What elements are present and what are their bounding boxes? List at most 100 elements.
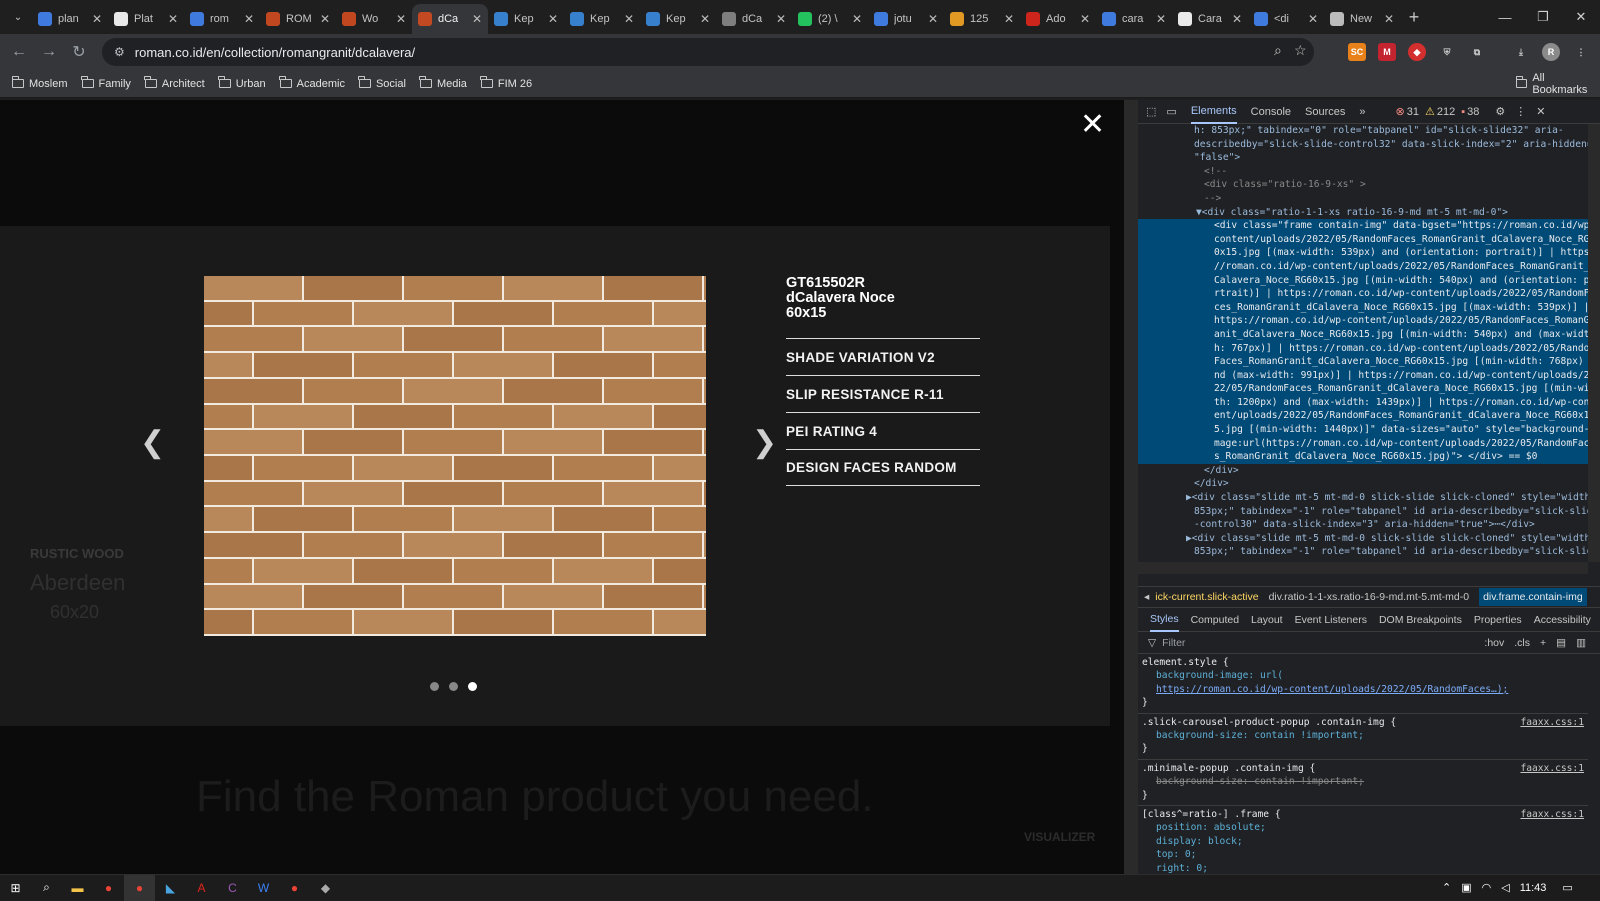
add-rule-icon[interactable]: +: [1540, 637, 1546, 649]
profile-avatar[interactable]: R: [1542, 43, 1560, 61]
tray-display-icon[interactable]: ▣: [1461, 881, 1471, 894]
close-tab-icon[interactable]: ✕: [1384, 12, 1394, 26]
bookmark-folder[interactable]: Urban: [218, 76, 266, 90]
dom-node-line[interactable]: anit_dCalavera_Noce_RG60x15.jpg [(min-wi…: [1138, 327, 1588, 342]
zoom-icon[interactable]: ⌕: [1274, 42, 1282, 59]
computed-styles-icon[interactable]: ▤: [1556, 637, 1566, 649]
close-popup-button[interactable]: ✕: [1080, 110, 1105, 140]
close-tab-icon[interactable]: ✕: [1308, 12, 1318, 26]
page-scrollbar[interactable]: [1124, 100, 1138, 874]
breadcrumb-item[interactable]: ick-current.slick-active: [1155, 591, 1258, 603]
app2-icon[interactable]: ◆: [310, 875, 341, 901]
dom-node-line[interactable]: 22/05/RandomFaces_RomanGranit_dCalavera_…: [1138, 382, 1588, 396]
dom-node-line[interactable]: nd (max-width: 991px)] | https://roman.c…: [1138, 368, 1588, 383]
clock[interactable]: 11:43: [1520, 882, 1547, 894]
bookmark-folder[interactable]: Moslem: [11, 76, 68, 90]
dom-node-line[interactable]: ▶<div class="slide mt-5 mt-md-0 slick-sl…: [1138, 532, 1588, 546]
dom-node-line[interactable]: mage:url(https://roman.co.id/wp-content/…: [1138, 436, 1588, 451]
tab-search-icon[interactable]: ⌄: [4, 5, 32, 29]
dom-node-line[interactable]: ▼<div class="ratio-1-1-xs ratio-16-9-md …: [1138, 206, 1588, 220]
menu-kebab-icon[interactable]: ⋮: [1572, 43, 1590, 61]
app-icon[interactable]: ◣: [155, 875, 186, 901]
dom-node-line[interactable]: s_RomanGranit_dCalavera_Noce_RG60x15.jpg…: [1138, 450, 1588, 464]
bookmark-folder[interactable]: Family: [81, 76, 131, 90]
browser-tab[interactable]: dCa ✕: [716, 4, 792, 34]
css-property[interactable]: top: 0;: [1142, 848, 1584, 861]
close-tab-icon[interactable]: ✕: [1232, 12, 1242, 26]
hov-toggle[interactable]: :hov: [1484, 637, 1504, 649]
breadcrumb-item[interactable]: div.ratio-1-1-xs.ratio-16-9-md.mt-5.mt-m…: [1269, 591, 1470, 603]
breadcrumb-item[interactable]: div.frame.contain-img: [1479, 588, 1587, 606]
styles-subtab[interactable]: Styles: [1150, 608, 1179, 632]
browser-tab[interactable]: plan ✕: [32, 4, 108, 34]
wifi-icon[interactable]: ◠: [1482, 881, 1492, 894]
css-rule[interactable]: [class^=ratio-] .frame {faaxx.css:1 posit…: [1138, 806, 1588, 874]
css-rule[interactable]: .slick-carousel-product-popup .contain-i…: [1138, 714, 1588, 760]
css-source-link[interactable]: faaxx.css:1: [1520, 808, 1584, 821]
css-source-link[interactable]: faaxx.css:1: [1520, 762, 1584, 775]
dom-node-line[interactable]: <div class="frame contain-img" data-bgse…: [1138, 219, 1588, 233]
settings-gear-icon[interactable]: ⚙: [1495, 105, 1505, 118]
css-property[interactable]: display: block;: [1142, 835, 1584, 848]
dom-node-line[interactable]: describedby="slick-slide-control32" data…: [1138, 138, 1588, 152]
notifications-icon[interactable]: ▭: [1562, 881, 1572, 894]
more-tabs-icon[interactable]: »: [1359, 106, 1365, 118]
tab-elements[interactable]: Elements: [1190, 100, 1237, 124]
close-tab-icon[interactable]: ✕: [776, 12, 786, 26]
close-tab-icon[interactable]: ✕: [700, 12, 710, 26]
sidebar-toggle-icon[interactable]: ▥: [1576, 637, 1586, 649]
next-arrow-icon[interactable]: ❯: [752, 425, 777, 460]
browser-tab[interactable]: Wo ✕: [336, 4, 412, 34]
styles-subtab[interactable]: Layout: [1251, 614, 1283, 626]
search-icon[interactable]: ⌕: [31, 875, 62, 901]
privacy-extension-icon[interactable]: ⛨: [1438, 43, 1456, 61]
dom-node-line[interactable]: https://roman.co.id/wp-content/uploads/2…: [1138, 314, 1588, 328]
new-tab-button[interactable]: +: [1400, 7, 1428, 28]
dom-node-line[interactable]: 0x15.jpg [(max-width: 539px) and (orient…: [1138, 246, 1588, 260]
browser-tab[interactable]: Plat ✕: [108, 4, 184, 34]
error-icon[interactable]: ⊗: [1396, 105, 1405, 118]
browser-tab[interactable]: <di ✕: [1248, 4, 1324, 34]
browser-tab[interactable]: ROM ✕: [260, 4, 336, 34]
chrome-icon[interactable]: ●: [93, 875, 124, 901]
close-window-icon[interactable]: ✕: [1562, 0, 1600, 34]
device-toggle-icon[interactable]: ▭: [1166, 105, 1176, 118]
browser-tab[interactable]: New ✕: [1324, 4, 1400, 34]
close-tab-icon[interactable]: ✕: [548, 12, 558, 26]
dom-node-line[interactable]: th: 1200px) and (max-width: 1439px)] | h…: [1138, 395, 1588, 410]
browser-tab[interactable]: Kep ✕: [488, 4, 564, 34]
css-property[interactable]: background-size: contain !important;: [1142, 775, 1584, 788]
carousel-dot[interactable]: [468, 682, 477, 691]
close-tab-icon[interactable]: ✕: [1080, 12, 1090, 26]
warning-icon[interactable]: ⚠: [1425, 105, 1435, 118]
carousel-dot[interactable]: [449, 682, 458, 691]
reload-icon[interactable]: ↻: [64, 37, 94, 67]
browser-tab[interactable]: jotu ✕: [868, 4, 944, 34]
issues-icon[interactable]: ▪: [1461, 106, 1465, 118]
tray-chevron-icon[interactable]: ⌃: [1442, 881, 1451, 894]
css-rule[interactable]: .minimale-popup .contain-img {faaxx.css:…: [1138, 760, 1588, 807]
chrome-active-icon[interactable]: ●: [124, 874, 155, 901]
bookmark-folder[interactable]: Academic: [279, 76, 345, 90]
close-tab-icon[interactable]: ✕: [92, 12, 102, 26]
bookmark-folder[interactable]: FIM 26: [480, 76, 532, 90]
browser-tab[interactable]: dCa ✕: [412, 4, 488, 34]
close-tab-icon[interactable]: ✕: [1156, 12, 1166, 26]
shield-extension-icon[interactable]: ◆: [1408, 43, 1426, 61]
styles-subtab[interactable]: Event Listeners: [1295, 614, 1367, 626]
close-devtools-icon[interactable]: ✕: [1536, 105, 1545, 118]
dom-node-line[interactable]: 853px;" tabindex="-1" role="tabpanel" id…: [1138, 545, 1588, 559]
browser-tab[interactable]: cara ✕: [1096, 4, 1172, 34]
volume-icon[interactable]: ◁: [1501, 881, 1509, 894]
styles-subtab[interactable]: Accessibility: [1534, 614, 1591, 626]
close-tab-icon[interactable]: ✕: [1004, 12, 1014, 26]
chrome-profile-icon[interactable]: ●: [279, 875, 310, 901]
dom-node-line[interactable]: 853px;" tabindex="-1" role="tabpanel" id…: [1138, 505, 1588, 519]
sc-extension-icon[interactable]: SC: [1348, 43, 1366, 61]
styles-subtab[interactable]: Properties: [1474, 614, 1522, 626]
cls-toggle[interactable]: .cls: [1514, 637, 1530, 649]
styles-subtab[interactable]: Computed: [1191, 614, 1239, 626]
dom-node-line[interactable]: h: 853px;" tabindex="0" role="tabpanel" …: [1138, 124, 1588, 138]
minimize-icon[interactable]: —: [1486, 0, 1524, 34]
restore-icon[interactable]: ❐: [1524, 0, 1562, 34]
